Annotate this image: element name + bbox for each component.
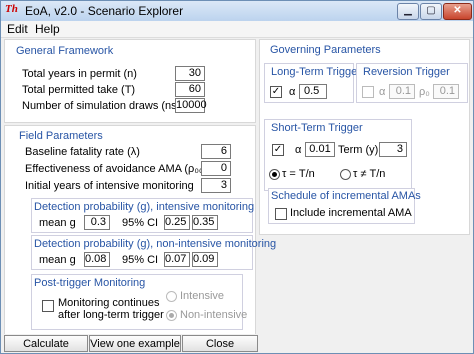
reversion-trigger-title: Reversion Trigger [363,66,450,78]
intensive-mean-field[interactable]: 0.3 [84,215,110,230]
title-bar[interactable]: Th EoA, v2.0 - Scenario Explorer ▁ ▢ ✕ [1,1,473,21]
app-logo-icon: Th [5,3,18,15]
intensive-ci-high-field[interactable]: 0.35 [192,215,218,230]
intensive-mean-label: mean g [39,217,76,229]
nonintensive-ci-label: 95% CI [122,254,159,266]
years-in-permit-field[interactable]: 30 [175,66,205,81]
nonintensive-mean-field[interactable]: 0.08 [84,252,110,267]
short-term-trigger-box: Short-Term Trigger ✓ α 0.01 Term (y) 3 τ… [264,119,412,191]
close-button[interactable]: Close [182,335,258,352]
short-term-checkbox[interactable]: ✓ [272,144,284,156]
intensive-radio[interactable] [166,291,177,302]
post-trigger-box: Post-trigger Monitoring Monitoring conti… [31,274,247,330]
close-icon: ✕ [453,5,462,16]
general-framework-title: General Framework [16,45,114,57]
maximize-button[interactable]: ▢ [420,3,442,20]
incremental-ama-title: Schedule of incremental AMAs [271,190,421,202]
close-window-button[interactable]: ✕ [443,3,472,20]
long-term-trigger-title: Long-Term Trigger [271,66,361,78]
monitoring-continues-checkbox[interactable] [42,300,54,312]
short-term-trigger-title: Short-Term Trigger [271,122,363,134]
after-trigger-label: after long-term trigger [58,309,164,321]
simulation-draws-field[interactable]: 10000 [175,98,207,113]
fatality-rate-label: Baseline fatality rate (λ) [25,146,140,158]
term-label: Term (y) [338,144,379,156]
long-term-checkbox[interactable]: ✓ [270,86,282,98]
nonintensive-detection-title: Detection probability (g), non-intensive… [34,238,277,250]
general-framework-panel: General Framework Total years in permit … [4,39,256,123]
short-term-alpha-field[interactable]: 0.01 [305,142,335,157]
simulation-draws-label: Number of simulation draws (nsim) [22,100,192,112]
reversion-alpha-label: α [379,86,386,98]
intensive-years-label: Initial years of intensive monitoring [25,180,194,192]
menu-edit[interactable]: Edit [7,22,28,36]
field-parameters-panel: Field Parameters Baseline fatality rate … [4,125,276,335]
check-icon: ✓ [273,144,283,155]
app-window: Th EoA, v2.0 - Scenario Explorer ▁ ▢ ✕ E… [0,0,474,354]
avoidance-effectiveness-label: Effectiveness of avoidance AMA (ρ₀₀) [25,163,208,175]
menu-bar: Edit Help [1,21,473,38]
nonintensive-radio-label: Non-intensive [180,309,248,321]
tau-equal-radio[interactable] [269,169,280,180]
tau-equal-label: τ = T/n [282,168,315,180]
permitted-take-label: Total permitted take (T) [22,84,136,96]
term-field[interactable]: 3 [379,142,407,157]
intensive-years-field[interactable]: 3 [201,178,231,193]
nonintensive-detection-box: Detection probability (g), non-intensive… [31,235,276,270]
short-term-alpha-label: α [295,144,302,156]
calculate-button[interactable]: Calculate [4,335,88,352]
post-trigger-title: Post-trigger Monitoring [34,277,146,289]
governing-parameters-title: Governing Parameters [270,44,381,56]
nonintensive-radio[interactable] [166,310,177,321]
long-term-alpha-label: α [289,86,296,98]
intensive-detection-box: Detection probability (g), intensive mon… [31,198,255,233]
incremental-ama-checkbox[interactable] [275,208,287,220]
field-parameters-title: Field Parameters [19,130,103,142]
minimize-button[interactable]: ▁ [397,3,419,20]
menu-help[interactable]: Help [35,22,60,36]
avoidance-effectiveness-field[interactable]: 0 [201,161,231,176]
fatality-rate-field[interactable]: 6 [201,144,231,159]
minimize-icon: ▁ [404,5,412,16]
tau-notequal-label: τ ≠ T/n [353,168,386,180]
governing-parameters-panel: Governing Parameters Long-Term Trigger ✓… [259,39,470,235]
incremental-ama-label: Include incremental AMA [290,207,412,219]
reversion-alpha-field[interactable]: 0.1 [389,84,415,99]
long-term-trigger-box: Long-Term Trigger ✓ α 0.5 [264,63,361,103]
nonintensive-mean-label: mean g [39,254,76,266]
window-title: EoA, v2.0 - Scenario Explorer [25,4,184,18]
incremental-ama-box: Schedule of incremental AMAs Include inc… [268,188,421,224]
button-bar: Calculate View one example Close [1,334,473,353]
check-icon: ✓ [271,86,281,97]
intensive-ci-label: 95% CI [122,217,159,229]
long-term-alpha-field[interactable]: 0.5 [299,84,327,99]
view-example-button[interactable]: View one example [89,335,181,352]
nonintensive-ci-high-field[interactable]: 0.09 [192,252,218,267]
years-in-permit-label: Total years in permit (n) [22,68,137,80]
reversion-trigger-box: Reversion Trigger α 0.1 ρ₀ 0.1 [356,63,468,103]
tau-notequal-radio[interactable] [340,169,351,180]
reversion-rho-label: ρ₀ [419,86,430,98]
reversion-checkbox[interactable] [362,86,374,98]
intensive-ci-low-field[interactable]: 0.25 [164,215,190,230]
maximize-icon: ▢ [426,5,436,16]
reversion-rho-field[interactable]: 0.1 [433,84,459,99]
intensive-radio-label: Intensive [180,290,225,302]
monitoring-continues-label: Monitoring continues [58,297,160,309]
permitted-take-field[interactable]: 60 [175,82,205,97]
nonintensive-ci-low-field[interactable]: 0.07 [164,252,190,267]
intensive-detection-title: Detection probability (g), intensive mon… [34,201,255,213]
